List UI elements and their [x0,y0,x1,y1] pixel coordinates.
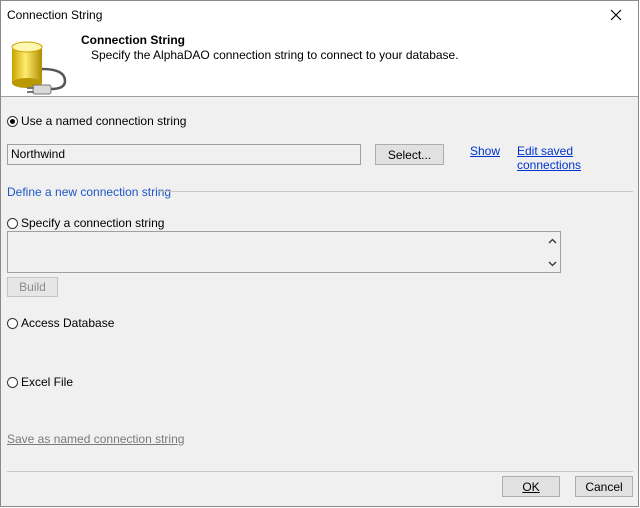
ok-button[interactable]: OK [502,476,560,497]
chevron-up-icon [548,238,556,244]
title-bar[interactable]: Connection String [1,1,638,29]
build-button[interactable]: Build [7,277,58,297]
edit-saved-connections-link[interactable]: Edit saved connections [517,144,638,172]
window-title: Connection String [7,8,103,22]
header-description: Specify the AlphaDAO connection string t… [91,48,459,62]
save-named-connection-link[interactable]: Save as named connection string [7,432,184,446]
footer-divider [7,471,633,472]
database-plug-icon [11,41,67,95]
cancel-button[interactable]: Cancel [575,476,633,497]
connection-string-dialog: Connection String Connection String Spec… [0,0,639,507]
named-connection-label: Use a named connection string [21,114,187,128]
close-button[interactable] [594,1,638,29]
chevron-down-icon [548,261,556,267]
select-button[interactable]: Select... [375,144,444,165]
access-database-label: Access Database [21,316,115,330]
radio-button[interactable] [7,317,18,329]
define-new-section-label: Define a new connection string [7,185,172,199]
show-link[interactable]: Show [470,144,500,158]
radio-button[interactable] [7,115,18,127]
cancel-label: Cancel [585,479,623,494]
excel-file-radio[interactable]: Excel File [7,375,73,389]
header-title: Connection String [81,33,185,47]
named-connection-input[interactable]: Northwind [7,144,361,165]
excel-file-label: Excel File [21,375,74,389]
connection-string-textarea[interactable] [7,231,561,273]
named-connection-radio[interactable]: Use a named connection string [7,114,186,128]
scroll-up-button[interactable] [546,235,558,247]
header-band: Connection String Specify the AlphaDAO c… [1,29,638,97]
specify-connection-radio[interactable]: Specify a connection string [7,216,164,230]
specify-connection-label: Specify a connection string [21,216,165,230]
close-icon [610,9,622,21]
ok-label: OK [522,479,540,494]
radio-button[interactable] [7,376,18,388]
scroll-down-button[interactable] [546,258,558,270]
section-divider [159,191,633,192]
radio-button[interactable] [7,217,18,229]
radio-selected-dot [10,118,15,124]
access-database-radio[interactable]: Access Database [7,316,114,330]
